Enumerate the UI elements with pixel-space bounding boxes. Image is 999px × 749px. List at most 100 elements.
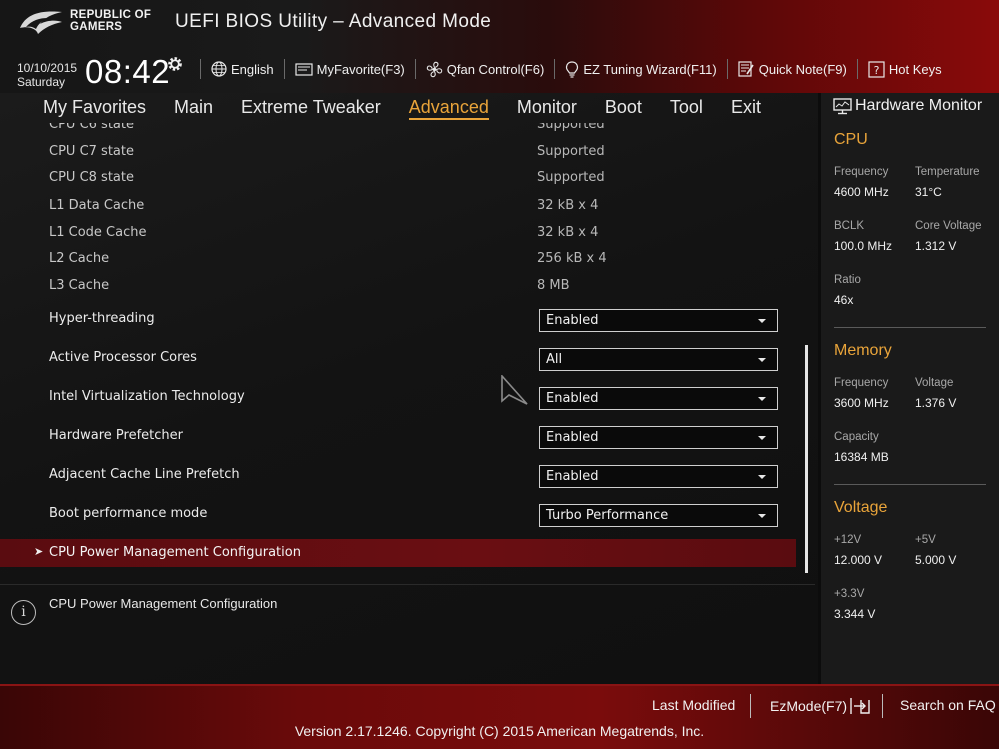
logo-line2: GAMERS	[70, 21, 123, 33]
toolbar: English MyFavorite(F3) Qfan Control(F6)	[194, 57, 946, 81]
gear-icon[interactable]	[166, 55, 184, 73]
tab-exit[interactable]: Exit	[717, 93, 775, 123]
info-value: 8 MB	[537, 278, 570, 293]
tab-label: Tool	[669, 97, 703, 117]
help-panel: i CPU Power Management Configuration	[0, 584, 815, 684]
footer-separator	[882, 694, 883, 718]
info-label: L1 Code Cache	[49, 225, 147, 240]
select-value: Enabled	[546, 391, 599, 406]
search-faq-button[interactable]: Search on FAQ	[900, 697, 996, 713]
hardware-monitor-title: Hardware Monitor	[833, 97, 982, 115]
quick-note-button[interactable]: Quick Note(F9)	[734, 61, 851, 77]
caret-down-icon	[758, 514, 766, 518]
tab-label: Main	[174, 97, 214, 117]
lightbulb-icon	[566, 60, 579, 78]
qfan-control-button[interactable]: Qfan Control(F6)	[422, 61, 549, 78]
v12-label: +12V	[834, 534, 862, 546]
toolbar-separator	[856, 59, 858, 79]
caret-down-icon	[758, 475, 766, 479]
last-modified-button[interactable]: Last Modified	[652, 697, 735, 713]
cpu-temperature-label: Temperature	[915, 166, 980, 178]
toolbar-separator	[554, 59, 556, 79]
tab-boot[interactable]: Boot	[591, 93, 656, 123]
tab-label: Advanced	[408, 97, 489, 120]
footer-bar: Last Modified EzMode(F7) Search on FAQ V…	[0, 684, 999, 749]
v33-value: 3.344 V	[834, 607, 876, 621]
settings-list: CPU C6 state Supported CPU C7 state Supp…	[0, 123, 815, 580]
cpu-temperature-value: 31°C	[915, 185, 942, 199]
ez-tuning-wizard-button[interactable]: EZ Tuning Wizard(F11)	[561, 60, 720, 78]
tab-main[interactable]: Main	[160, 93, 227, 123]
info-value: 32 kB x 4	[537, 198, 599, 213]
tab-label: My Favorites	[43, 97, 147, 117]
cpu-frequency-value: 4600 MHz	[834, 185, 889, 199]
myfavorite-label: MyFavorite(F3)	[316, 61, 405, 77]
adjacent-cache-prefetch-select[interactable]: Enabled	[539, 465, 778, 488]
main-nav: My Favorites Main Extreme Tweaker Advanc…	[0, 93, 815, 123]
virtualization-select[interactable]: Enabled	[539, 387, 778, 410]
hot-keys-button[interactable]: ? Hot Keys	[864, 60, 946, 78]
section-divider	[834, 327, 986, 328]
qfan-control-label: Qfan Control(F6)	[446, 61, 545, 77]
logo-line1: REPUBLIC OF	[70, 9, 152, 21]
exit-arrow-icon	[850, 698, 870, 714]
voltage-section-title: Voltage	[834, 499, 888, 516]
last-modified-label: Last Modified	[652, 697, 736, 713]
core-voltage-label: Core Voltage	[915, 220, 982, 232]
tab-label: Monitor	[516, 97, 577, 117]
tab-monitor[interactable]: Monitor	[503, 93, 591, 123]
toolbar-separator	[414, 59, 416, 79]
select-value: Turbo Performance	[546, 508, 669, 523]
setting-label: Hyper-threading	[49, 311, 155, 326]
tab-extreme-tweaker[interactable]: Extreme Tweaker	[227, 93, 395, 123]
hardware-prefetcher-select[interactable]: Enabled	[539, 426, 778, 449]
info-value: Supported	[537, 123, 605, 132]
cpu-section-title: CPU	[834, 131, 868, 148]
tab-my-favorites[interactable]: My Favorites	[0, 93, 160, 123]
language-button[interactable]: English	[207, 61, 278, 77]
info-value: 32 kB x 4	[537, 225, 599, 240]
svg-text:?: ?	[873, 64, 879, 77]
ratio-label: Ratio	[834, 274, 861, 286]
info-label: L3 Cache	[49, 278, 110, 293]
info-label: CPU C6 state	[49, 123, 134, 132]
select-value: Enabled	[546, 430, 599, 445]
v33-label: +3.3V	[834, 588, 865, 600]
date-text: 10/10/2015	[17, 61, 78, 75]
memory-capacity-label: Capacity	[834, 431, 879, 443]
ezmode-label: EzMode(F7)	[770, 698, 848, 714]
toolbar-separator	[283, 59, 285, 79]
quick-note-label: Quick Note(F9)	[758, 61, 847, 77]
info-value: 256 kB x 4	[537, 251, 607, 266]
mouse-pointer-icon	[501, 375, 528, 405]
setting-label: Hardware Prefetcher	[49, 428, 183, 443]
myfavorite-button[interactable]: MyFavorite(F3)	[291, 62, 409, 77]
tab-label: Boot	[604, 97, 642, 117]
boot-performance-select[interactable]: Turbo Performance	[539, 504, 778, 527]
day-text: Saturday	[17, 75, 66, 89]
section-divider	[834, 484, 986, 485]
v5-value: 5.000 V	[915, 553, 957, 567]
ezmode-button[interactable]: EzMode(F7)	[770, 697, 871, 715]
tab-label: Exit	[730, 97, 761, 117]
select-value: Enabled	[546, 313, 599, 328]
footer-separator	[750, 694, 751, 718]
scrollbar[interactable]	[805, 345, 808, 573]
tab-advanced[interactable]: Advanced	[395, 93, 503, 123]
info-label: CPU C8 state	[49, 170, 134, 185]
submenu-cpu-power-management[interactable]: ➤ CPU Power Management Configuration	[0, 539, 796, 567]
hyper-threading-select[interactable]: Enabled	[539, 309, 778, 332]
rog-logo: REPUBLIC OF GAMERS	[18, 6, 158, 38]
memory-voltage-label: Voltage	[915, 377, 954, 389]
info-value: Supported	[537, 144, 605, 159]
caret-down-icon	[758, 436, 766, 440]
tab-tool[interactable]: Tool	[656, 93, 717, 123]
help-key-icon: ?	[868, 60, 885, 78]
version-text: Version 2.17.1246. Copyright (C) 2015 Am…	[294, 723, 705, 739]
cpu-frequency-label: Frequency	[834, 166, 889, 178]
setting-label: Intel Virtualization Technology	[49, 389, 245, 404]
logo-text: REPUBLIC OF GAMERS	[70, 9, 151, 33]
help-text: CPU Power Management Configuration	[49, 596, 278, 611]
active-processor-cores-select[interactable]: All	[539, 348, 778, 371]
clock: 08:42	[85, 53, 171, 90]
